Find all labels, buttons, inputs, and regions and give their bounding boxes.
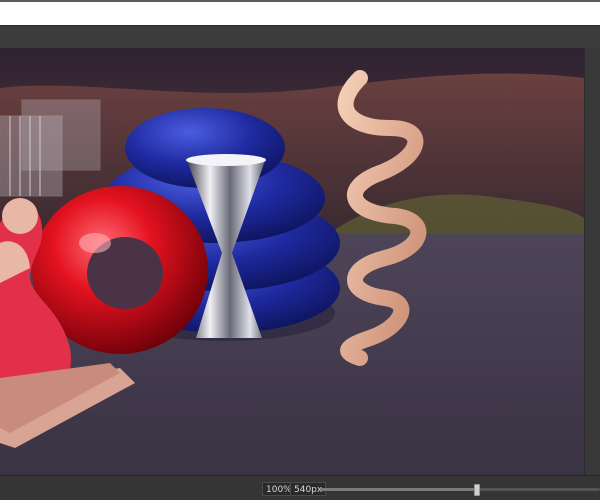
top-window-bar [0,0,600,26]
status-bar: 100% 540px [0,475,600,500]
render-canvas[interactable] [0,48,584,475]
zoom-slider-track[interactable] [320,488,600,491]
zoom-slider-fill [320,488,477,491]
vertical-scrollbar[interactable] [584,48,600,475]
zoom-slider-handle[interactable] [473,484,480,496]
render-preview-image [0,48,584,475]
top-border-line [0,0,600,2]
toolbar-strip [0,27,600,48]
